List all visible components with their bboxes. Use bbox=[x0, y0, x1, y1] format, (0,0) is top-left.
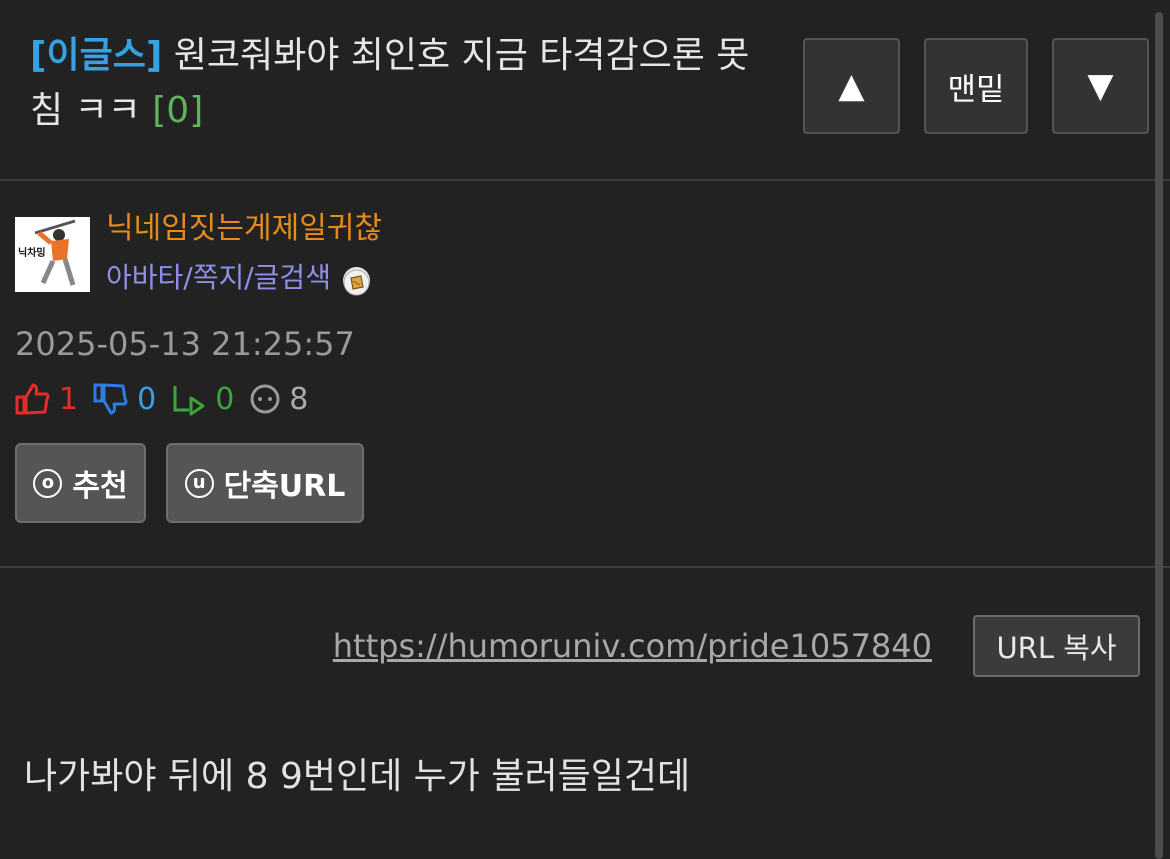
level-badge-icon bbox=[342, 266, 370, 295]
divider bbox=[0, 566, 1170, 568]
scroll-bottom-button[interactable]: 맨밑 bbox=[924, 38, 1028, 134]
short-url-button[interactable]: u 단축URL bbox=[166, 443, 364, 523]
like-count: 1 bbox=[59, 381, 79, 417]
post-title: [이글스] 원코줘봐야 최인호 지금 타격감으론 못침 ㅋㅋ [0] bbox=[30, 28, 750, 138]
post-date: 2025-05-13 21:25:57 bbox=[15, 325, 355, 363]
scrollbar[interactable] bbox=[1155, 12, 1163, 859]
post-content: 나가봐야 뒤에 8 9번인데 누가 불러들일건데 bbox=[24, 756, 691, 797]
share-count-stat: 0 bbox=[171, 382, 234, 417]
post-url-link[interactable]: https://humoruniv.com/pride1057840 bbox=[333, 627, 932, 665]
view-count: 8 bbox=[289, 381, 309, 417]
category-tag[interactable]: [이글스] bbox=[30, 35, 162, 76]
view-count-stat: 8 bbox=[249, 382, 308, 417]
scroll-down-button[interactable]: ▼ bbox=[1052, 38, 1149, 134]
avatar-text: 닉차밍 bbox=[18, 246, 46, 259]
view-face-icon bbox=[250, 384, 280, 414]
author-links: 아바타/쪽지/글검색 bbox=[106, 258, 370, 298]
short-url-label: 단축URL bbox=[223, 469, 346, 504]
short-url-icon: u bbox=[184, 468, 214, 498]
share-arrow-icon bbox=[173, 386, 205, 416]
copy-url-button[interactable]: URL 복사 bbox=[973, 615, 1140, 677]
dislike-count: 0 bbox=[137, 381, 157, 417]
recommend-label: 추천 bbox=[72, 469, 128, 504]
author-nickname[interactable]: 닉네임짓는게제일귀찮 bbox=[106, 209, 382, 249]
post-stats: 1 0 0 8 bbox=[15, 378, 323, 420]
author-links-text[interactable]: 아바타/쪽지/글검색 bbox=[106, 258, 331, 298]
thumbs-down-icon bbox=[93, 383, 128, 415]
comment-count[interactable]: [0] bbox=[152, 90, 203, 131]
avatar[interactable]: 닉차밍 bbox=[15, 217, 90, 292]
like-count-stat: 1 bbox=[15, 382, 78, 417]
divider bbox=[0, 179, 1170, 181]
share-count: 0 bbox=[215, 381, 235, 417]
scroll-up-button[interactable]: ▲ bbox=[803, 38, 900, 134]
recommend-icon: o bbox=[33, 468, 63, 498]
post-header: [이글스] 원코줘봐야 최인호 지금 타격감으론 못침 ㅋㅋ [0] ▲ 맨밑 … bbox=[0, 0, 1170, 180]
recommend-button[interactable]: o 추천 bbox=[15, 443, 146, 523]
dislike-count-stat: 0 bbox=[93, 382, 156, 417]
thumbs-up-icon bbox=[15, 383, 50, 415]
batter-avatar-icon: 닉차밍 bbox=[15, 217, 90, 292]
